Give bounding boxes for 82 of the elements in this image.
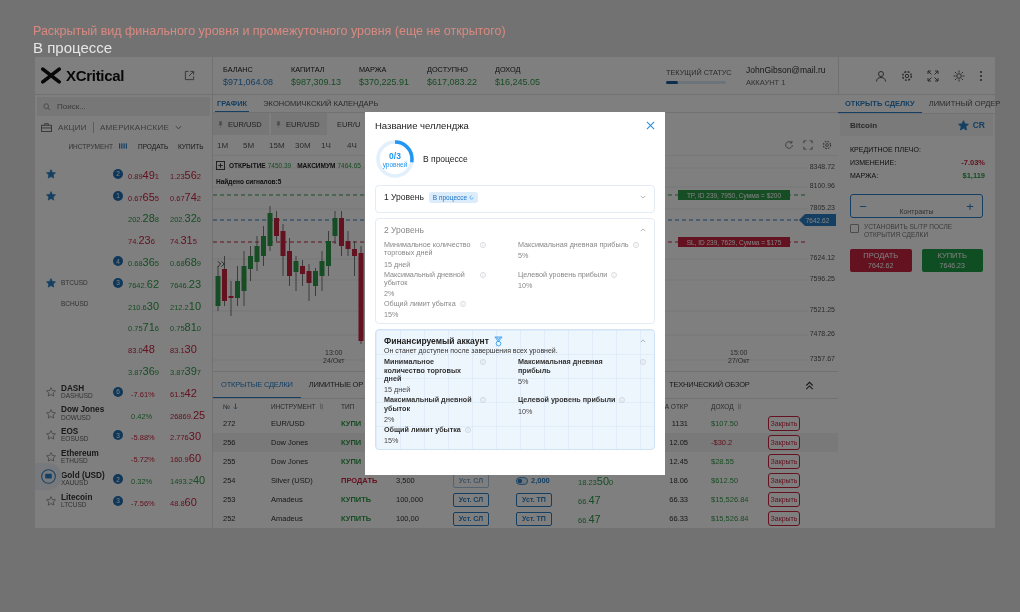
pin-icon bbox=[276, 120, 281, 128]
star-icon[interactable] bbox=[46, 168, 56, 179]
chat-button[interactable] bbox=[35, 463, 62, 490]
sort-icon[interactable] bbox=[318, 403, 324, 410]
star-icon[interactable] bbox=[46, 277, 56, 288]
stat-value: $370,225.91 bbox=[359, 76, 411, 87]
dialog-title: Название челленджа bbox=[375, 119, 469, 131]
double-chevron-icon[interactable] bbox=[217, 260, 226, 268]
pin-icon bbox=[218, 120, 223, 128]
timeframe-button[interactable]: 30М bbox=[291, 140, 317, 150]
spinner-icon bbox=[469, 194, 475, 200]
logo-icon bbox=[41, 67, 61, 84]
fullscreen-icon[interactable] bbox=[927, 69, 939, 82]
external-link-icon[interactable] bbox=[184, 70, 195, 81]
info-icon bbox=[480, 359, 486, 366]
status-caption: В процессе bbox=[33, 39, 113, 56]
progress-ring bbox=[375, 139, 415, 179]
search-icon bbox=[43, 102, 51, 111]
instrument-code: CR bbox=[972, 120, 985, 130]
timeframe-button[interactable]: 5М bbox=[239, 140, 265, 150]
sun-icon[interactable] bbox=[953, 69, 965, 82]
market-filter[interactable]: АКЦИИ bbox=[58, 122, 87, 132]
account-email: JohnGibson@mail.ru bbox=[746, 64, 826, 75]
star-icon[interactable] bbox=[46, 430, 56, 441]
logo-text: XCritical bbox=[66, 67, 125, 84]
star-icon[interactable] bbox=[957, 119, 969, 131]
timeframe-button[interactable]: 15М bbox=[265, 140, 291, 150]
info-icon bbox=[464, 426, 471, 433]
star-icon[interactable] bbox=[46, 452, 56, 463]
info-icon bbox=[459, 301, 466, 308]
info-icon bbox=[619, 397, 626, 404]
timeframe-button[interactable]: 1Ч bbox=[317, 140, 343, 150]
instrument-name: Ethereum bbox=[61, 449, 100, 458]
instrument-name: DASH bbox=[61, 384, 86, 393]
fullscreen-icon[interactable] bbox=[803, 140, 813, 150]
stat-value: $987,309.13 bbox=[291, 76, 343, 87]
section-title[interactable]: Финансируемый аккаунт bbox=[384, 336, 489, 347]
instrument-name: EOS bbox=[61, 428, 79, 437]
stat-value: $971,064.08 bbox=[223, 76, 275, 87]
checkbox[interactable] bbox=[850, 224, 859, 233]
more-icon[interactable] bbox=[979, 69, 983, 82]
section-title[interactable]: 1 Уровень bbox=[384, 192, 424, 202]
info-icon bbox=[640, 359, 646, 366]
star-icon[interactable] bbox=[46, 408, 56, 419]
info-icon bbox=[632, 242, 639, 248]
instrument-name: Gold (USD) bbox=[61, 471, 106, 480]
challenge-status: В процессе bbox=[423, 154, 468, 164]
medal-icon bbox=[493, 335, 503, 347]
caret-icon[interactable] bbox=[175, 124, 183, 130]
collapse-icon[interactable] bbox=[805, 380, 814, 390]
star-icon[interactable] bbox=[46, 386, 56, 397]
star-icon[interactable] bbox=[46, 190, 56, 201]
instrument-name: Dow Jones bbox=[61, 406, 106, 415]
stat-value: $617,083.22 bbox=[427, 76, 479, 87]
refresh-icon[interactable] bbox=[784, 140, 794, 150]
info-icon bbox=[480, 271, 486, 278]
info-icon bbox=[480, 242, 486, 248]
chat-icon bbox=[41, 469, 56, 484]
timeframe-button[interactable]: 4Ч bbox=[343, 140, 369, 150]
info-icon bbox=[480, 397, 486, 404]
settings-icon[interactable] bbox=[901, 69, 913, 82]
timeframe-button[interactable]: 1М bbox=[213, 140, 239, 150]
info-icon bbox=[611, 271, 618, 278]
sort-icon[interactable] bbox=[736, 403, 742, 410]
chevron-down-icon[interactable] bbox=[640, 195, 646, 199]
columns-icon[interactable] bbox=[119, 143, 128, 149]
stat-value: $16,245.05 bbox=[495, 76, 542, 87]
increase-button[interactable]: + bbox=[964, 198, 976, 214]
briefcase-icon bbox=[41, 122, 52, 132]
region-filter[interactable]: АМЕРИКАНСКИЕ bbox=[99, 122, 170, 132]
chevron-up-icon[interactable] bbox=[640, 339, 646, 344]
instrument-name: Bitcoin bbox=[850, 120, 879, 130]
decrease-button[interactable]: − bbox=[857, 198, 869, 214]
settings-icon[interactable] bbox=[822, 140, 832, 150]
plus-square-icon[interactable] bbox=[216, 161, 225, 170]
close-icon[interactable] bbox=[646, 120, 655, 130]
instrument-name: Litecoin bbox=[61, 493, 94, 502]
progress-count: 0/3 bbox=[389, 150, 401, 161]
sort-icon[interactable] bbox=[233, 403, 238, 410]
star-icon[interactable] bbox=[46, 495, 56, 506]
user-icon[interactable] bbox=[875, 69, 887, 82]
annotation-caption: Раскрытый вид финального уровня и промежуточного уровня (еще не открытого) bbox=[33, 24, 506, 38]
